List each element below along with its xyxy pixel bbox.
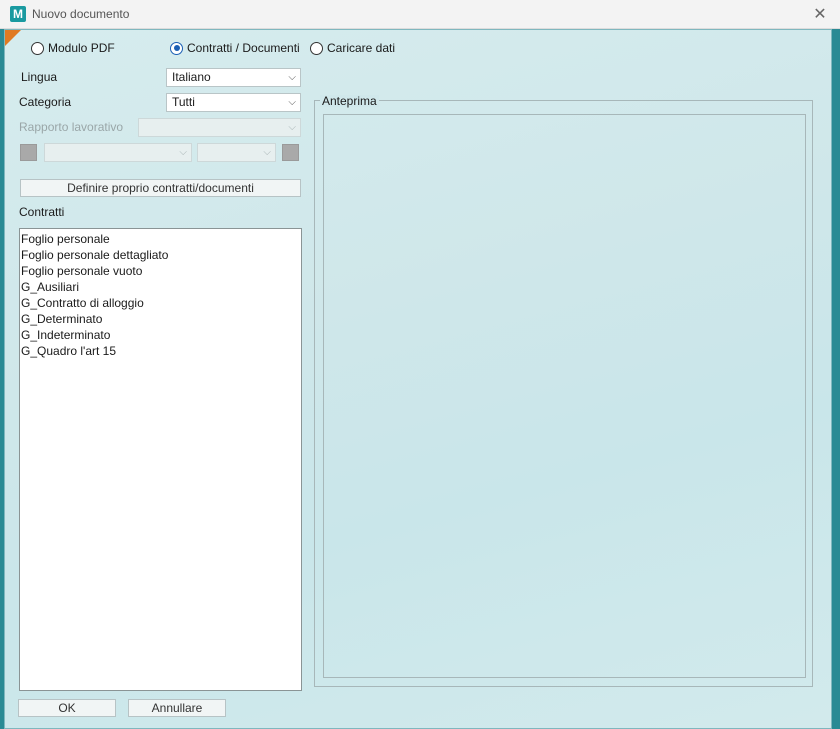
close-icon[interactable]: ✕ [810, 5, 830, 25]
window-titlebar: M Nuovo documento ✕ [0, 0, 840, 29]
contratti-listbox[interactable]: Foglio personale Foglio personale dettag… [19, 228, 302, 691]
lingua-select[interactable]: Italiano ⌵ [166, 68, 301, 87]
lingua-value: Italiano [172, 70, 211, 84]
radio-label: Contratti / Documenti [187, 41, 300, 55]
chevron-down-icon: ⌵ [288, 122, 296, 133]
preview-label: Anteprima [320, 94, 379, 108]
categoria-label: Categoria [19, 95, 72, 109]
categoria-value: Tutti [172, 95, 195, 109]
filter-select-2[interactable]: ⌵ [197, 143, 276, 162]
radio-button-icon [310, 41, 323, 55]
new-document-dialog: Modulo PDF Contratti / Documenti Caricar… [4, 29, 832, 729]
preview-group: Anteprima [314, 95, 813, 687]
mode-radio-group: Modulo PDF Contratti / Documenti Caricar… [31, 41, 821, 59]
rapporto-label: Rapporto lavorativo [19, 120, 124, 134]
list-item[interactable]: G_Indeterminato [20, 327, 301, 343]
radio-label: Modulo PDF [48, 41, 115, 55]
list-item[interactable]: G_Contratto di alloggio [20, 295, 301, 311]
filter-select-1[interactable]: ⌵ [44, 143, 192, 162]
chevron-down-icon: ⌵ [288, 97, 296, 108]
contratti-label: Contratti [19, 205, 65, 219]
list-item[interactable]: Foglio personale dettagliato [20, 247, 301, 263]
lingua-label: Lingua [21, 70, 58, 84]
chevron-down-icon: ⌵ [288, 72, 296, 83]
rapporto-select[interactable]: ⌵ [138, 118, 301, 137]
radio-caricare-dati[interactable]: Caricare dati [310, 41, 395, 55]
corner-marker-icon [5, 30, 21, 46]
list-item[interactable]: Foglio personale [20, 231, 301, 247]
window-title: Nuovo documento [32, 7, 130, 21]
ok-button[interactable]: OK [18, 699, 116, 717]
categoria-select[interactable]: Tutti ⌵ [166, 93, 301, 112]
define-own-contracts-button[interactable]: Definire proprio contratti/documenti [20, 179, 301, 197]
radio-label: Caricare dati [327, 41, 396, 55]
left-square-button[interactable] [20, 144, 37, 161]
radio-button-icon [31, 41, 44, 55]
list-item[interactable]: Foglio personale vuoto [20, 263, 301, 279]
preview-area [323, 114, 806, 678]
chevron-down-icon: ⌵ [263, 147, 271, 158]
radio-contratti-documenti[interactable]: Contratti / Documenti [170, 41, 300, 55]
list-item[interactable]: G_Ausiliari [20, 279, 301, 295]
list-item[interactable]: G_Determinato [20, 311, 301, 327]
right-square-button[interactable] [282, 144, 299, 161]
list-item[interactable]: G_Quadro l'art 15 [20, 343, 301, 359]
radio-modulo-pdf[interactable]: Modulo PDF [31, 41, 115, 55]
cancel-button[interactable]: Annullare [128, 699, 226, 717]
chevron-down-icon: ⌵ [179, 147, 187, 158]
app-logo-icon: M [10, 6, 26, 22]
radio-button-selected-icon [170, 41, 183, 55]
